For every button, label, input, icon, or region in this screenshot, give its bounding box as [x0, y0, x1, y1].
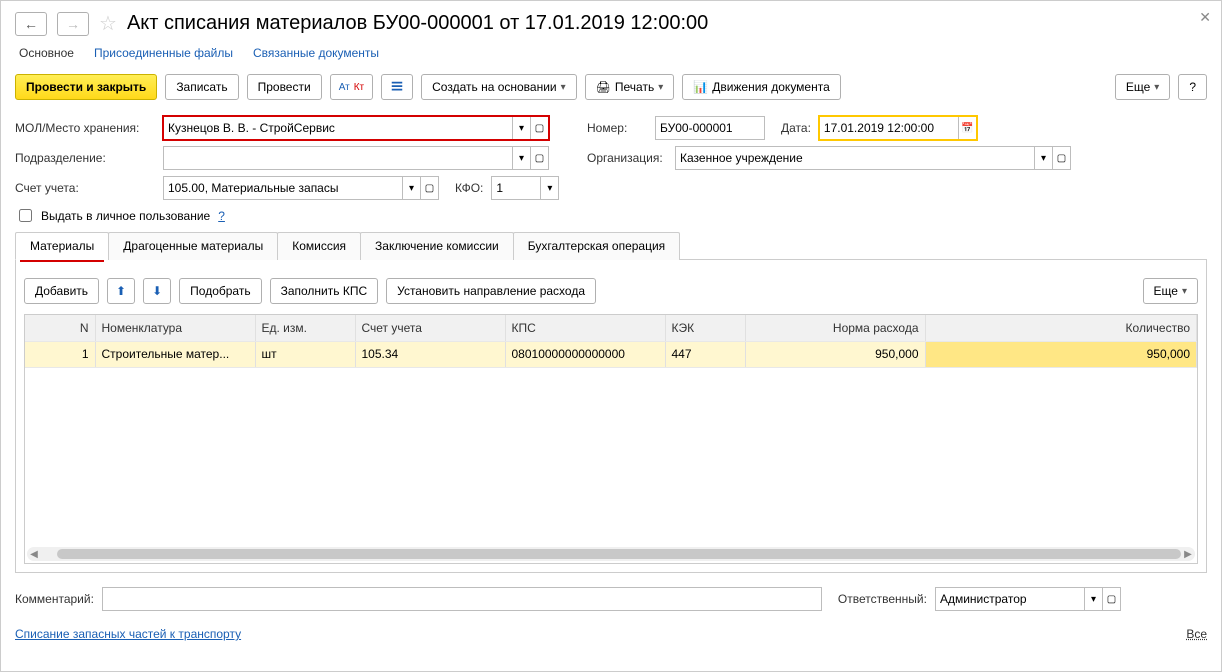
- personal-use-checkbox[interactable]: Выдать в личное пользование: [15, 206, 210, 225]
- tab-precious[interactable]: Драгоценные материалы: [108, 232, 278, 260]
- mol-label: МОЛ/Место хранения:: [15, 121, 155, 135]
- back-button[interactable]: ←: [15, 12, 47, 36]
- date-label: Дата:: [781, 121, 811, 135]
- calendar-icon[interactable]: 📅: [959, 116, 977, 140]
- save-button[interactable]: Записать: [165, 74, 238, 100]
- open-icon[interactable]: ▢: [531, 146, 549, 170]
- responsible-label: Ответственный:: [838, 592, 927, 606]
- col-nomen[interactable]: Номенклатура: [95, 315, 255, 341]
- topnav-related[interactable]: Связанные документы: [253, 46, 379, 62]
- close-icon[interactable]: ✕: [1199, 9, 1211, 26]
- col-kek[interactable]: КЭК: [665, 315, 745, 341]
- number-field[interactable]: [655, 116, 765, 140]
- materials-table: N Номенклатура Ед. изм. Счет учета КПС К…: [25, 315, 1197, 368]
- all-link[interactable]: Все: [1186, 627, 1207, 641]
- table-row[interactable]: 1 Строительные матер... шт 105.34 080100…: [25, 341, 1197, 367]
- print-button[interactable]: 🖨Печать: [585, 74, 675, 100]
- account-field[interactable]: ▾ ▢: [163, 176, 439, 200]
- open-icon[interactable]: ▢: [1053, 146, 1071, 170]
- movements-button[interactable]: 📊Движения документа: [682, 74, 841, 100]
- dept-field[interactable]: ▾ ▢: [163, 146, 549, 170]
- kfo-label: КФО:: [455, 181, 483, 195]
- topnav-files[interactable]: Присоединенные файлы: [94, 46, 233, 62]
- kfo-field[interactable]: ▾: [491, 176, 559, 200]
- tab-materials[interactable]: Материалы: [15, 232, 109, 260]
- chevron-down-icon[interactable]: ▾: [513, 146, 531, 170]
- open-icon[interactable]: ▢: [531, 116, 549, 140]
- chart-icon: 📊: [693, 80, 708, 94]
- list-icon-button[interactable]: [381, 74, 413, 100]
- set-expense-dir-button[interactable]: Установить направление расхода: [386, 278, 596, 304]
- col-n[interactable]: N: [25, 315, 95, 341]
- tab-conclusion[interactable]: Заключение комиссии: [360, 232, 514, 260]
- create-based-button[interactable]: Создать на основании: [421, 74, 577, 100]
- chevron-down-icon[interactable]: ▾: [513, 116, 531, 140]
- mol-field[interactable]: ▾ ▢: [163, 116, 549, 140]
- number-label: Номер:: [587, 121, 647, 135]
- tab-commission[interactable]: Комиссия: [277, 232, 361, 260]
- fill-kps-button[interactable]: Заполнить КПС: [270, 278, 379, 304]
- more-button[interactable]: Еще: [1115, 74, 1170, 100]
- scroll-thumb[interactable]: [57, 549, 1181, 559]
- responsible-field[interactable]: ▾ ▢: [935, 587, 1121, 611]
- star-icon[interactable]: ☆: [99, 11, 117, 36]
- col-unit[interactable]: Ед. изм.: [255, 315, 355, 341]
- chevron-down-icon[interactable]: ▾: [403, 176, 421, 200]
- post-close-button[interactable]: Провести и закрыть: [15, 74, 157, 100]
- comment-label: Комментарий:: [15, 592, 94, 606]
- chevron-down-icon[interactable]: ▾: [1085, 587, 1103, 611]
- col-qty[interactable]: Количество: [925, 315, 1197, 341]
- page-title: Акт списания материалов БУ00-000001 от 1…: [127, 12, 708, 35]
- col-kps[interactable]: КПС: [505, 315, 665, 341]
- horizontal-scrollbar[interactable]: ◀ ▶: [27, 547, 1195, 561]
- date-field[interactable]: 📅: [819, 116, 977, 140]
- help-button[interactable]: ?: [1178, 74, 1207, 100]
- pick-button[interactable]: Подобрать: [179, 278, 261, 304]
- chevron-down-icon[interactable]: ▾: [1035, 146, 1053, 170]
- org-field[interactable]: ▾ ▢: [675, 146, 1071, 170]
- col-norm[interactable]: Норма расхода: [745, 315, 925, 341]
- col-account[interactable]: Счет учета: [355, 315, 505, 341]
- org-label: Организация:: [587, 151, 667, 165]
- tab-bookkeeping[interactable]: Бухгалтерская операция: [513, 232, 680, 260]
- tab-more-button[interactable]: Еще: [1143, 278, 1198, 304]
- spare-parts-link[interactable]: Списание запасных частей к транспорту: [15, 627, 241, 641]
- account-label: Счет учета:: [15, 181, 155, 195]
- scroll-left-icon[interactable]: ◀: [27, 547, 41, 561]
- add-button[interactable]: Добавить: [24, 278, 99, 304]
- printer-icon: 🖨: [596, 80, 611, 94]
- dept-label: Подразделение:: [15, 151, 155, 165]
- move-up-button[interactable]: ⬆: [107, 278, 135, 304]
- post-button[interactable]: Провести: [247, 74, 322, 100]
- dtkt-icon-button[interactable]: АтКт: [330, 74, 373, 100]
- topnav-main[interactable]: Основное: [19, 46, 74, 62]
- comment-field[interactable]: [102, 587, 822, 611]
- scroll-right-icon[interactable]: ▶: [1181, 547, 1195, 561]
- help-link[interactable]: ?: [218, 209, 225, 223]
- forward-button[interactable]: →: [57, 12, 89, 36]
- open-icon[interactable]: ▢: [421, 176, 439, 200]
- chevron-down-icon[interactable]: ▾: [541, 176, 559, 200]
- move-down-button[interactable]: ⬇: [143, 278, 171, 304]
- open-icon[interactable]: ▢: [1103, 587, 1121, 611]
